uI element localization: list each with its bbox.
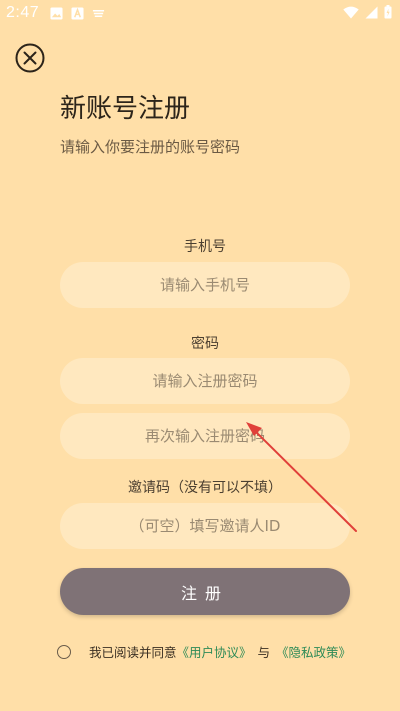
agreement-joiner: 与 (257, 645, 271, 660)
page-title: 新账号注册 (60, 94, 191, 124)
signal-icon (365, 6, 378, 18)
invite-input[interactable] (60, 503, 350, 549)
user-agreement-link[interactable]: 《用户协议》 (177, 642, 252, 661)
notification-icons (50, 7, 105, 20)
page-subtitle: 请输入你要注册的账号密码 (60, 138, 241, 156)
agreement-row: 我已阅读并同意 《用户协议》 与 《隐私政策》 (57, 642, 351, 661)
cast-icon (92, 9, 105, 18)
phone-input[interactable] (60, 262, 350, 308)
a-box-icon (71, 7, 84, 20)
agreement-prefix: 我已阅读并同意 (89, 645, 177, 660)
phone-label: 手机号 (184, 239, 226, 255)
invite-label: 邀请码（没有可以不填） (128, 480, 282, 496)
password-label: 密码 (191, 336, 219, 352)
status-bar: 2:47 (0, 0, 400, 28)
password-input[interactable] (60, 358, 350, 404)
status-time: 2:47 (6, 4, 40, 21)
close-circle-icon (15, 43, 45, 73)
agreement-checkbox[interactable] (57, 644, 71, 659)
image-icon (50, 7, 63, 20)
password-field[interactable] (60, 358, 350, 404)
password-confirm-field[interactable] (60, 413, 350, 459)
system-icons (343, 5, 392, 19)
privacy-policy-link[interactable]: 《隐私政策》 (276, 642, 351, 661)
phone-field[interactable] (60, 262, 350, 308)
battery-icon (384, 5, 392, 19)
close-button[interactable] (15, 43, 45, 73)
wifi-icon (343, 6, 359, 19)
invite-field[interactable] (60, 503, 350, 549)
register-button[interactable]: 注册 (60, 568, 350, 615)
password-confirm-input[interactable] (60, 413, 350, 459)
